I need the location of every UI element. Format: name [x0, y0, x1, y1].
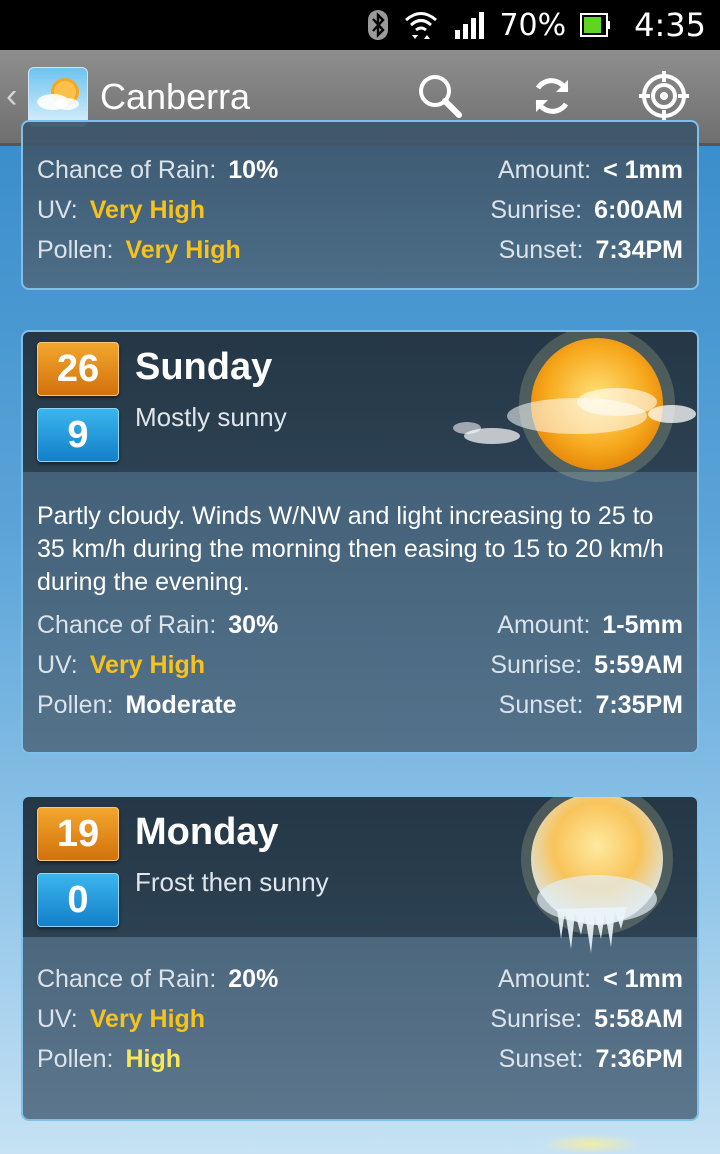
pollen-row: Pollen: Very High Sunset: 7:34PM [37, 236, 683, 276]
wifi-icon [403, 9, 439, 41]
sunset-label: Sunset: [498, 236, 584, 264]
uv-label: UV: [37, 651, 78, 679]
sunrise-time: 5:59AM [594, 651, 683, 679]
sunrise-label: Sunrise: [490, 1005, 583, 1033]
forecast-card-partial[interactable]: Chance of Rain: 10% Amount: < 1mm UV: Very … [21, 120, 699, 290]
day-name: Sunday [135, 346, 273, 388]
uv-row: UV: Very High Sunrise: 5:59AM [37, 651, 683, 691]
sunrise-label: Sunrise: [490, 651, 583, 679]
sunset-time: 7:36PM [595, 1045, 683, 1073]
card-header: 26 9 Sunday Mostly sunny [23, 332, 697, 482]
rain-row: Chance of Rain: 10% Amount: < 1mm [37, 156, 683, 196]
back-chevron-icon[interactable]: ‹ [6, 77, 24, 116]
rain-label: Chance of Rain: [37, 965, 217, 993]
rain-amount: 1-5mm [602, 611, 683, 639]
pollen-row: Pollen: Moderate Sunset: 7:35PM [37, 691, 683, 731]
uv-value: Very High [89, 1005, 206, 1033]
pollen-value: High [125, 1045, 181, 1073]
forecast-text: Partly cloudy. Winds W/NW and light incr… [37, 502, 664, 596]
forecast-card-monday[interactable]: 19 0 Monday Frost then sunny Chance of R… [21, 795, 699, 1121]
uv-row: UV: Very High Sunrise: 6:00AM [37, 196, 683, 236]
rain-amount: < 1mm [603, 156, 683, 184]
day-summary: Frost then sunny [135, 867, 329, 897]
high-temp-badge: 19 [37, 807, 119, 861]
uv-row: UV: Very High Sunrise: 5:58AM [37, 1005, 683, 1045]
rain-row: Chance of Rain: 30% Amount: 1-5mm [37, 611, 683, 651]
search-icon [416, 72, 464, 125]
sunset-time: 7:34PM [595, 236, 683, 264]
uv-label: UV: [37, 1005, 78, 1033]
crosshair-icon [638, 70, 690, 127]
bluetooth-icon [367, 9, 389, 41]
rain-chance: 10% [228, 156, 279, 184]
high-temp-badge: 26 [37, 342, 119, 396]
signal-icon [453, 10, 485, 40]
sunset-label: Sunset: [498, 1045, 584, 1073]
amount-label: Amount: [497, 156, 592, 184]
pollen-label: Pollen: [37, 691, 114, 719]
low-temp-badge: 9 [37, 408, 119, 462]
pollen-value: Very High [125, 236, 241, 264]
pollen-label: Pollen: [37, 236, 114, 264]
amount-label: Amount: [497, 611, 591, 639]
partly-cloudy-icon [447, 332, 697, 484]
uv-value: Very High [89, 651, 206, 679]
page-title: Canberra [100, 75, 251, 117]
low-temp-badge: 0 [37, 873, 119, 927]
day-name: Monday [135, 811, 279, 853]
rain-chance: 20% [228, 965, 279, 993]
status-clock: 4:35 [634, 6, 706, 44]
status-bar: 70% 4:35 [0, 0, 720, 50]
frost-sun-icon [447, 797, 697, 953]
sunrise-time: 6:00AM [594, 196, 683, 224]
rain-label: Chance of Rain: [37, 611, 217, 639]
app-logo-icon[interactable] [28, 66, 88, 127]
day-summary: Mostly sunny [135, 402, 287, 432]
sunrise-time: 5:58AM [594, 1005, 683, 1033]
rain-amount: < 1mm [603, 965, 683, 993]
rain-label: Chance of Rain: [37, 156, 217, 184]
sunset-time: 7:35PM [595, 691, 683, 719]
sunset-label: Sunset: [498, 691, 584, 719]
battery-icon [580, 12, 611, 38]
battery-percent: 70% [499, 7, 567, 43]
amount-label: Amount: [497, 965, 592, 993]
pollen-row: Pollen: High Sunset: 7:36PM [37, 1045, 683, 1085]
rain-chance: 30% [228, 611, 279, 639]
refresh-icon [528, 72, 576, 125]
pollen-label: Pollen: [37, 1045, 114, 1073]
uv-value: Very High [89, 196, 206, 224]
forecast-card-sunday[interactable]: 26 9 Sunday Mostly sunny Partly cloudy. … [21, 330, 699, 754]
pollen-value: Moderate [125, 691, 237, 719]
rain-row: Chance of Rain: 20% Amount: < 1mm [37, 965, 683, 1005]
card-header: 19 0 Monday Frost then sunny [23, 797, 697, 953]
sunrise-label: Sunrise: [490, 196, 583, 224]
uv-label: UV: [37, 196, 78, 224]
next-card-sun-glow [540, 1134, 640, 1154]
